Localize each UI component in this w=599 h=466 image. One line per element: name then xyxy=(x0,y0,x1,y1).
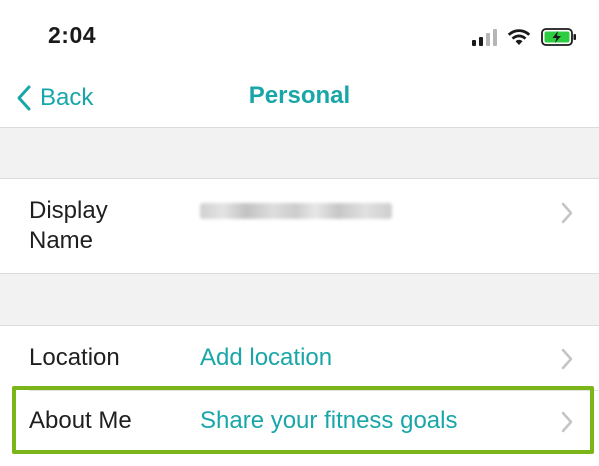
display-name-label: Display Name xyxy=(29,197,108,254)
page-title: Personal xyxy=(248,82,351,109)
section-spacer xyxy=(0,129,599,179)
location-row[interactable]: Location Add location xyxy=(0,326,599,390)
display-name-group: Display Name xyxy=(0,178,599,274)
chevron-right-icon xyxy=(561,411,573,433)
signal-icon xyxy=(472,28,497,46)
about-me-label: About Me xyxy=(29,407,132,434)
battery-charging-icon xyxy=(541,28,577,46)
chevron-right-icon xyxy=(561,202,573,224)
nav-bar: Back Personal xyxy=(0,72,599,128)
about-me-row[interactable]: About Me Share your fitness goals xyxy=(0,391,599,455)
location-value: Add location xyxy=(200,344,333,371)
wifi-icon xyxy=(507,28,531,46)
status-bar: 2:04 xyxy=(0,0,599,72)
section-spacer xyxy=(0,274,599,325)
display-name-row[interactable]: Display Name xyxy=(0,179,599,273)
profile-details-group: Location Add location About Me Share you… xyxy=(0,325,599,466)
location-label: Location xyxy=(29,344,120,371)
chevron-right-icon xyxy=(561,348,573,370)
status-icons xyxy=(472,22,577,52)
status-time: 2:04 xyxy=(48,22,97,48)
display-name-value-redacted xyxy=(200,203,392,219)
about-me-value: Share your fitness goals xyxy=(200,407,458,434)
